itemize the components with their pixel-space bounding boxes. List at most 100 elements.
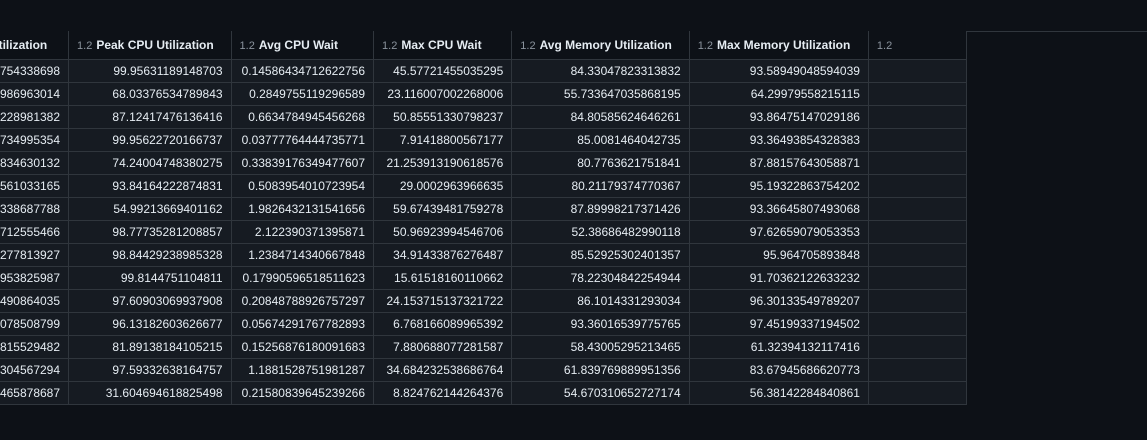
table-cell[interactable] [868, 243, 968, 267]
table-cell[interactable] [868, 266, 968, 290]
table-cell[interactable]: 83.67945686620773 [689, 358, 869, 382]
table-cell[interactable]: 34.684232538686764 [373, 358, 513, 382]
table-cell[interactable]: 7.228557338687788 [0, 197, 70, 221]
table-cell[interactable]: 84.80585624646261 [511, 105, 690, 129]
table-row[interactable]: 720.20061981552948281.891381841052150.15… [0, 335, 968, 359]
table-cell[interactable]: 54.670310652727174 [511, 381, 690, 405]
column-header-max-memory-utilization[interactable]: 1.2 Max Memory Utilization [689, 31, 869, 60]
table-row[interactable]: 57.22855733868778854.992136694011621.982… [0, 197, 968, 221]
table-cell[interactable] [868, 312, 968, 336]
table-row[interactable]: 92.012156046587868731.6046946188254980.2… [0, 381, 968, 405]
table-row[interactable]: 52.204181698696301468.033765347898430.28… [0, 82, 968, 106]
table-cell[interactable] [868, 174, 968, 198]
table-cell[interactable]: 56.38142284840861 [689, 381, 869, 405]
table-row[interactable]: 376.8182775433869899.956311891487030.145… [0, 59, 968, 83]
table-row[interactable]: 33.341436083463013274.240047483802750.33… [0, 151, 968, 175]
table-cell[interactable]: 24.153715137321722 [373, 289, 513, 313]
table-cell[interactable]: 50.96923994546706 [373, 220, 513, 244]
table-cell[interactable]: 0.2849755119296589 [231, 82, 375, 106]
table-cell[interactable]: 98.84429238985328 [68, 243, 232, 267]
table-row[interactable]: 033.7829495382598799.81447511048110.1799… [0, 266, 968, 290]
data-grid[interactable]: 1.2 1.2Avg CPU Utilization 1.2Peak CPU U… [0, 31, 1147, 440]
table-cell[interactable]: 97.45199337194502 [689, 312, 869, 336]
table-cell[interactable]: 2.122390371395871 [231, 220, 375, 244]
table-cell[interactable]: 87.89998217371426 [511, 197, 690, 221]
table-cell[interactable]: 0.20848788926757297 [231, 289, 375, 313]
table-cell[interactable]: 87.88157643058871 [689, 151, 869, 175]
table-cell[interactable]: 0.14586434712622756 [231, 59, 375, 83]
table-cell[interactable] [868, 82, 968, 106]
table-cell[interactable] [868, 151, 968, 175]
table-cell[interactable] [868, 197, 968, 221]
table-cell[interactable]: 50.85551330798237 [373, 105, 513, 129]
table-cell[interactable]: 34.91433876276487 [373, 243, 513, 267]
table-cell[interactable] [868, 220, 968, 244]
table-cell[interactable] [868, 128, 968, 152]
table-cell[interactable]: 2.2041816986963014 [0, 82, 70, 106]
table-cell[interactable]: 0.03777764444735771 [231, 128, 375, 152]
table-cell[interactable]: 61.32394132117416 [689, 335, 869, 359]
table-cell[interactable]: 93.36645807493068 [689, 197, 869, 221]
table-cell[interactable]: 44.388243490864035 [0, 289, 70, 313]
table-cell[interactable]: 97.66644734995354 [0, 128, 70, 152]
column-header-max-cpu-wait[interactable]: 1.2 Max CPU Wait [373, 31, 513, 60]
table-cell[interactable]: 1.1881528751981287 [231, 358, 375, 382]
table-cell[interactable]: 10.404425561033165 [0, 174, 70, 198]
table-cell[interactable]: 80.7763621751841 [511, 151, 690, 175]
table-cell[interactable]: 99.95622720166737 [68, 128, 232, 152]
table-cell[interactable]: 7.91418800567177 [373, 128, 513, 152]
table-cell[interactable]: 55.733647035868195 [511, 82, 690, 106]
column-header-avg-memory-utilization[interactable]: 1.2 Avg Memory Utilization [511, 31, 690, 60]
table-cell[interactable]: 60.48206712555466 [0, 220, 70, 244]
table-cell[interactable]: 0.15256876180091683 [231, 335, 375, 359]
table-cell[interactable]: 93.58949048594039 [689, 59, 869, 83]
table-cell[interactable]: 20.200619815529482 [0, 335, 70, 359]
table-cell[interactable] [868, 289, 968, 313]
table-cell[interactable]: 74.24004748380275 [68, 151, 232, 175]
table-row[interactable]: 334.88522898138287.124174761364160.66347… [0, 105, 968, 129]
table-row[interactable]: 293.4556307850879996.131826036266770.056… [0, 312, 968, 336]
table-cell[interactable]: 0.05674291767782893 [231, 312, 375, 336]
table-cell[interactable]: 85.52925302401357 [511, 243, 690, 267]
column-header-peak-cpu-utilization[interactable]: 1.2 Peak CPU Utilization [68, 31, 232, 60]
table-cell[interactable]: 78.22304842254944 [511, 266, 690, 290]
table-cell[interactable]: 97.59332638164757 [68, 358, 232, 382]
table-cell[interactable]: 2.0121560465878687 [0, 381, 70, 405]
table-cell[interactable]: 0.21580839645239266 [231, 381, 375, 405]
table-cell[interactable]: 93.36016539775765 [511, 312, 690, 336]
table-cell[interactable] [868, 358, 968, 382]
table-cell[interactable]: 21.253913190618576 [373, 151, 513, 175]
table-cell[interactable]: 1.2384714340667848 [231, 243, 375, 267]
table-cell[interactable]: 68.03376534789843 [68, 82, 232, 106]
table-cell[interactable]: 8.824762144264376 [373, 381, 513, 405]
table-cell[interactable]: 86.1014331293034 [511, 289, 690, 313]
table-cell[interactable]: 84.33047823313832 [511, 59, 690, 83]
table-cell[interactable]: 0.5083954010723954 [231, 174, 375, 198]
table-cell[interactable]: 99.95631189148703 [68, 59, 232, 83]
table-cell[interactable]: 1.9826432131541656 [231, 197, 375, 221]
table-cell[interactable]: 15.61518160110662 [373, 266, 513, 290]
table-cell[interactable]: 87.12417476136416 [68, 105, 232, 129]
table-cell[interactable]: 91.70362122633232 [689, 266, 869, 290]
table-cell[interactable]: 76.81827754338698 [0, 59, 70, 83]
table-row[interactable]: 344.38824349086403597.609030699379080.20… [0, 289, 968, 313]
table-row[interactable]: 060.4820671255546698.777352812088572.122… [0, 220, 968, 244]
table-cell[interactable]: 61.839769889951356 [511, 358, 690, 382]
table-cell[interactable]: 52.38686482990118 [511, 220, 690, 244]
table-cell[interactable]: 97.60903069937908 [68, 289, 232, 313]
table-cell[interactable]: 95.964705893848 [689, 243, 869, 267]
table-cell[interactable]: 93.36493854328383 [689, 128, 869, 152]
table-cell[interactable]: 0.6634784945456268 [231, 105, 375, 129]
table-row[interactable]: 713.69149227781392798.844292389853281.23… [0, 243, 968, 267]
table-cell[interactable]: 95.19322863754202 [689, 174, 869, 198]
table-cell[interactable]: 81.89138184105215 [68, 335, 232, 359]
table-cell[interactable]: 7.880688077281587 [373, 335, 513, 359]
table-cell[interactable]: 0.17990596518511623 [231, 266, 375, 290]
table-cell[interactable]: 34.885228981382 [0, 105, 70, 129]
table-cell[interactable]: 97.62659079053353 [689, 220, 869, 244]
table-cell[interactable]: 59.67439481759278 [373, 197, 513, 221]
column-header-avg-cpu-wait[interactable]: 1.2 Avg CPU Wait [231, 31, 375, 60]
table-cell[interactable]: 33.78294953825987 [0, 266, 70, 290]
table-cell[interactable]: 13.691492277813927 [0, 243, 70, 267]
table-cell[interactable]: 85.0081464042735 [511, 128, 690, 152]
